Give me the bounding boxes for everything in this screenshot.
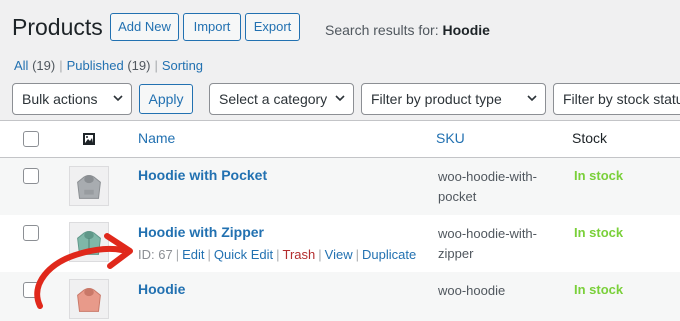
- column-sku[interactable]: SKU: [436, 130, 465, 146]
- product-sku: woo-hoodie-with- zipper: [438, 226, 537, 261]
- bulk-actions-select[interactable]: Bulk actions: [12, 83, 132, 115]
- apply-button[interactable]: Apply: [139, 84, 193, 114]
- row-checkbox[interactable]: [23, 282, 39, 298]
- product-id: ID: 67: [138, 247, 173, 262]
- column-name[interactable]: Name: [138, 130, 175, 146]
- trash-link[interactable]: Trash: [283, 247, 316, 262]
- product-type-select[interactable]: Filter by product type: [361, 83, 546, 115]
- edit-link[interactable]: Edit: [182, 247, 204, 262]
- product-thumbnail[interactable]: [69, 279, 109, 319]
- quick-edit-link[interactable]: Quick Edit: [214, 247, 273, 262]
- row-actions: ID: 67 | Edit | Quick Edit | Trash | View | Duplic…: [138, 247, 417, 262]
- category-select[interactable]: Select a category: [209, 83, 354, 115]
- product-name-link[interactable]: Hoodie with Zipper: [138, 224, 264, 240]
- stock-status-badge: In stock: [574, 282, 624, 297]
- page-title: Products: [12, 14, 103, 40]
- import-button[interactable]: Import: [183, 13, 241, 41]
- filter-published-link[interactable]: Published (19): [67, 58, 151, 73]
- stock-status-value: Filter by stock status: [563, 91, 680, 107]
- add-new-button[interactable]: Add New: [110, 13, 179, 41]
- product-thumbnail[interactable]: [69, 166, 109, 206]
- search-results-label: Search results for: Hoodie: [325, 22, 490, 38]
- column-stock: Stock: [572, 130, 608, 146]
- filter-all-link[interactable]: All (19): [14, 58, 55, 73]
- products-table: Name SKU Stock Hoodie with Pocket woo-ho…: [0, 120, 680, 321]
- row-checkbox[interactable]: [23, 168, 39, 184]
- category-value: Select a category: [219, 91, 328, 107]
- table-row: Hoodie woo-hoodie In stock: [0, 272, 680, 321]
- table-row: Hoodie with Pocket woo-hoodie-with- pock…: [0, 158, 680, 215]
- product-sku: woo-hoodie-with- pocket: [438, 169, 537, 204]
- product-name-link[interactable]: Hoodie with Pocket: [138, 167, 267, 183]
- hoodie-image: [77, 288, 101, 312]
- hoodie-image: [77, 231, 101, 255]
- product-thumbnail[interactable]: [69, 222, 109, 262]
- export-button[interactable]: Export: [245, 13, 300, 41]
- table-row: Hoodie with Zipper ID: 67 | Edit | Quick Edi…: [0, 215, 680, 272]
- select-all-checkbox[interactable]: [23, 131, 39, 147]
- search-term: Hoodie: [442, 22, 490, 38]
- table-header: Name SKU Stock: [0, 121, 680, 158]
- product-name-link[interactable]: Hoodie: [138, 281, 185, 297]
- status-filter-links: All (19) | Published (19) | Sorting: [14, 58, 204, 73]
- row-checkbox[interactable]: [23, 225, 39, 241]
- stock-status-badge: In stock: [574, 225, 624, 240]
- chevron-down-icon: [527, 95, 537, 102]
- chevron-down-icon: [335, 95, 345, 102]
- bulk-actions-value: Bulk actions: [22, 91, 98, 107]
- hoodie-image: [77, 175, 101, 199]
- product-type-value: Filter by product type: [371, 91, 502, 107]
- duplicate-link[interactable]: Duplicate: [362, 247, 416, 262]
- stock-status-select[interactable]: Filter by stock status: [553, 83, 680, 115]
- chevron-down-icon: [113, 95, 123, 102]
- sorting-link[interactable]: Sorting: [162, 58, 203, 73]
- product-sku: woo-hoodie: [438, 283, 506, 298]
- view-link[interactable]: View: [325, 247, 353, 262]
- stock-status-badge: In stock: [574, 168, 624, 183]
- image-icon: [83, 133, 95, 145]
